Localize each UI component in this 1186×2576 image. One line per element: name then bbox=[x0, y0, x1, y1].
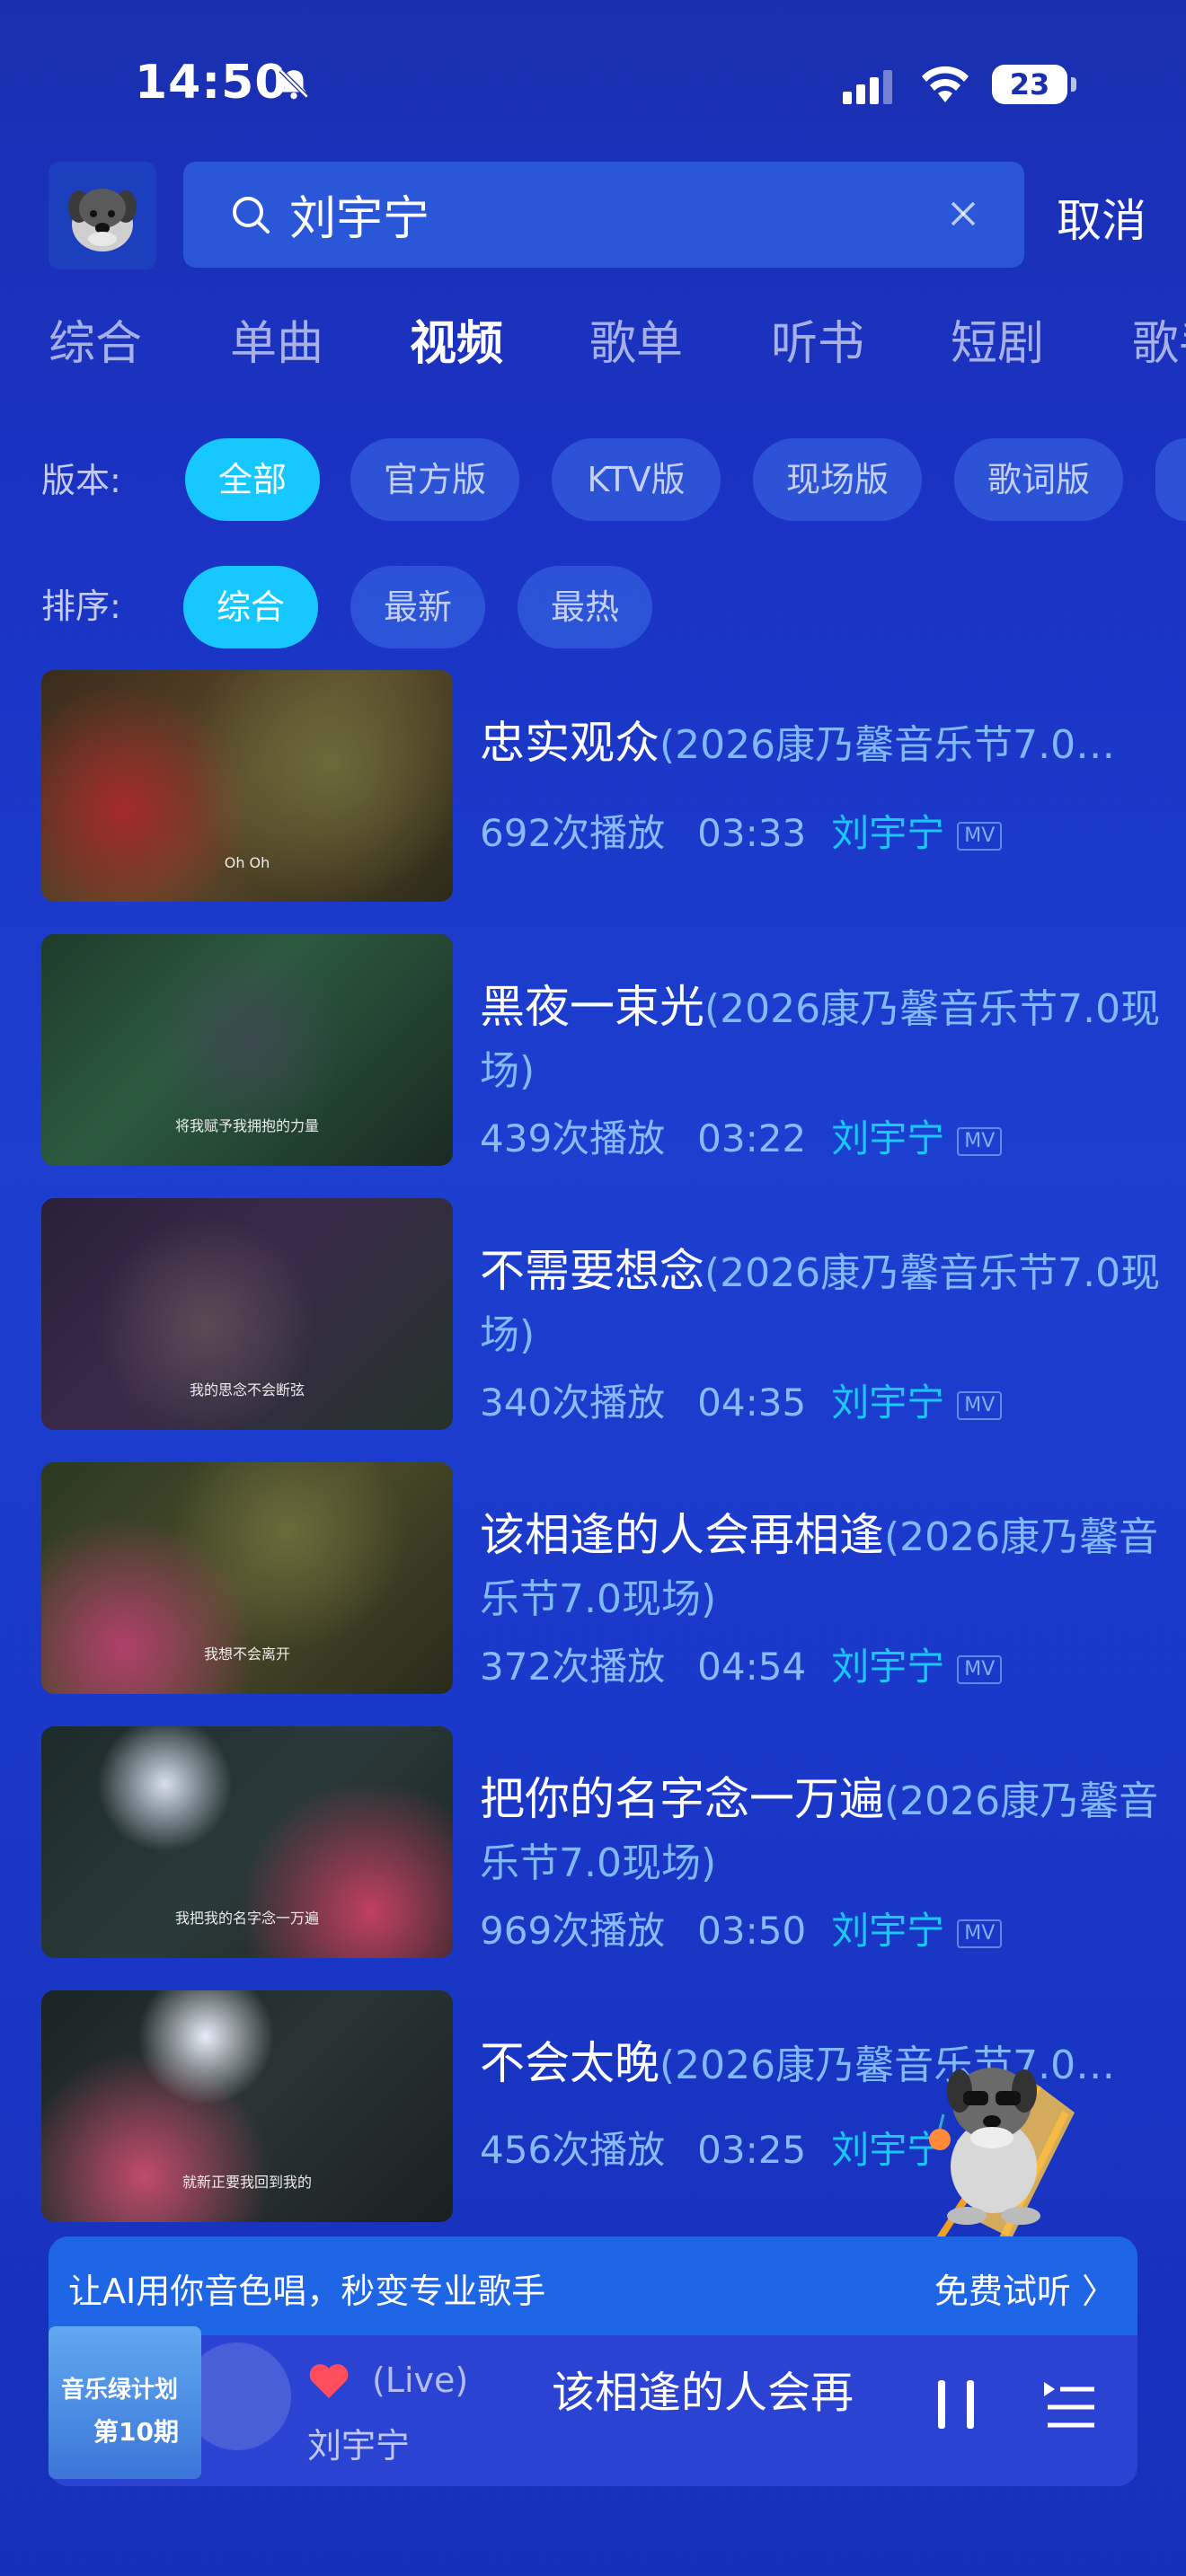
category-tabs: 综合 单曲 视频 歌单 听书 短剧 歌手 bbox=[0, 305, 1186, 377]
tab-short-dramas[interactable]: 短剧 bbox=[951, 305, 1044, 373]
version-chip-ktv[interactable]: KTV版 bbox=[552, 438, 721, 521]
like-heart-icon[interactable] bbox=[307, 2362, 350, 2400]
version-chip-live[interactable]: 现场版 bbox=[753, 438, 922, 521]
video-title: 把你的名字念一万遍(2026康乃馨音乐节7.0现场) bbox=[480, 1773, 1159, 1886]
user-avatar[interactable] bbox=[49, 162, 156, 269]
video-title: 该相逢的人会再相逢(2026康乃馨音乐节7.0现场) bbox=[480, 1509, 1159, 1622]
tab-songs[interactable]: 单曲 bbox=[230, 305, 323, 373]
mv-badge: MV bbox=[957, 1390, 1003, 1420]
video-thumbnail[interactable]: 我的思念不会断弦 bbox=[41, 1198, 453, 1430]
play-count: 456次播放 bbox=[480, 2128, 666, 2172]
search-input[interactable] bbox=[289, 185, 918, 243]
pause-icon[interactable] bbox=[929, 2373, 983, 2436]
video-meta: 439次播放 03:22 刘宇宁 MV bbox=[480, 1108, 1003, 1163]
tab-audiobooks[interactable]: 听书 bbox=[771, 305, 864, 373]
video-duration: 04:54 bbox=[697, 1645, 807, 1689]
artist-link[interactable]: 刘宇宁 bbox=[831, 1909, 944, 1953]
play-count: 692次播放 bbox=[480, 811, 666, 855]
sort-chip-hottest[interactable]: 最热 bbox=[518, 566, 652, 648]
search-box[interactable] bbox=[183, 162, 1024, 268]
version-chip-more[interactable] bbox=[1155, 438, 1186, 521]
video-meta: 692次播放 03:33 刘宇宁 MV bbox=[480, 803, 1003, 858]
battery-icon: 23 bbox=[992, 65, 1076, 104]
sort-filter-label: 排序: bbox=[41, 587, 121, 626]
artist-link[interactable]: 刘宇宁 bbox=[831, 1645, 944, 1689]
video-item[interactable]: 将我赋予我拥抱的力量 黑夜一束光(2026康乃馨音乐节7.0现场) 439次播放… bbox=[41, 934, 1160, 1168]
battery-level: 23 bbox=[992, 65, 1067, 104]
video-meta: 372次播放 04:54 刘宇宁 MV bbox=[480, 1636, 1003, 1691]
playlist-queue-icon[interactable] bbox=[1040, 2375, 1098, 2432]
video-duration: 03:25 bbox=[697, 2128, 807, 2172]
video-thumbnail[interactable]: 将我赋予我拥抱的力量 bbox=[41, 934, 453, 1166]
video-duration: 03:50 bbox=[697, 1909, 807, 1953]
live-tag: (Live) bbox=[372, 2360, 469, 2400]
mute-bell-icon bbox=[279, 68, 309, 100]
dog-avatar-icon bbox=[68, 189, 137, 251]
video-duration: 03:22 bbox=[697, 1116, 807, 1160]
tab-all[interactable]: 综合 bbox=[49, 305, 142, 373]
version-chip-official[interactable]: 官方版 bbox=[350, 438, 519, 521]
search-icon bbox=[233, 197, 270, 234]
clear-icon[interactable] bbox=[947, 198, 979, 230]
version-filter-label: 版本: bbox=[41, 461, 121, 500]
status-time: 14:50 bbox=[135, 56, 288, 110]
video-thumbnail[interactable]: 我把我的名字念一万遍 bbox=[41, 1726, 453, 1958]
video-meta: 340次播放 04:35 刘宇宁 MV bbox=[480, 1372, 1003, 1427]
wifi-icon bbox=[922, 66, 969, 102]
artist-link[interactable]: 刘宇宁 bbox=[831, 1381, 944, 1425]
video-title: 不需要想念(2026康乃馨音乐节7.0现场) bbox=[480, 1245, 1161, 1358]
video-item[interactable]: 我想不会离开 该相逢的人会再相逢(2026康乃馨音乐节7.0现场) 372次播放… bbox=[41, 1462, 1158, 1696]
video-thumbnail[interactable]: 我想不会离开 bbox=[41, 1462, 453, 1694]
tab-videos[interactable]: 视频 bbox=[410, 305, 503, 373]
artist-link[interactable]: 刘宇宁 bbox=[831, 811, 944, 855]
mv-badge: MV bbox=[957, 1654, 1003, 1684]
mini-player[interactable]: 音乐绿计划 第10期 (Live) 该相逢的人会再 刘宇宁 bbox=[49, 2326, 1137, 2486]
tab-playlists[interactable]: 歌单 bbox=[589, 305, 683, 373]
album-cover[interactable]: 音乐绿计划 第10期 bbox=[49, 2326, 201, 2479]
status-bar: 14:50 23 bbox=[0, 0, 1186, 162]
cellular-signal-icon bbox=[843, 70, 897, 104]
video-item[interactable]: Oh Oh 忠实观众(2026康乃馨音乐节7.0… 692次播放 03:33 刘宇宁… bbox=[41, 670, 1155, 904]
video-thumbnail[interactable]: Oh Oh bbox=[41, 670, 453, 902]
tab-singers[interactable]: 歌手 bbox=[1132, 305, 1186, 373]
mv-badge: MV bbox=[957, 1126, 1003, 1156]
promo-text: 让AI用你音色唱，秒变专业歌手 bbox=[68, 2272, 546, 2311]
dog-mascot-icon[interactable] bbox=[904, 2032, 1093, 2247]
version-chip-lyrics[interactable]: 歌词版 bbox=[954, 438, 1123, 521]
video-title: 黑夜一束光(2026康乃馨音乐节7.0现场) bbox=[480, 981, 1161, 1094]
video-title: 忠实观众(2026康乃馨音乐节7.0… bbox=[480, 717, 1116, 769]
free-trial-link[interactable]: 免费试听 〉 bbox=[934, 2263, 1116, 2313]
video-meta: 969次播放 03:50 刘宇宁 MV bbox=[480, 1901, 1003, 1955]
mv-badge: MV bbox=[957, 821, 1003, 851]
sort-chip-comprehensive[interactable]: 综合 bbox=[183, 566, 318, 648]
play-count: 372次播放 bbox=[480, 1645, 666, 1689]
sort-chip-latest[interactable]: 最新 bbox=[350, 566, 485, 648]
play-count: 969次播放 bbox=[480, 1909, 666, 1953]
play-count: 439次播放 bbox=[480, 1116, 666, 1160]
mv-badge: MV bbox=[957, 1919, 1003, 1948]
video-duration: 04:35 bbox=[697, 1381, 807, 1425]
now-playing-title: 该相逢的人会再 bbox=[552, 2368, 854, 2418]
ai-singing-promo-banner[interactable]: 让AI用你音色唱，秒变专业歌手 免费试听 〉 bbox=[49, 2236, 1137, 2335]
video-item[interactable]: 我把我的名字念一万遍 把你的名字念一万遍(2026康乃馨音乐节7.0现场) 96… bbox=[41, 1726, 1158, 1960]
version-chip-all[interactable]: 全部 bbox=[185, 438, 320, 521]
play-count: 340次播放 bbox=[480, 1381, 666, 1425]
artist-link[interactable]: 刘宇宁 bbox=[831, 1116, 944, 1160]
now-playing-artist: 刘宇宁 bbox=[307, 2426, 411, 2466]
video-thumbnail[interactable]: 就新正要我回到我的 bbox=[41, 1990, 453, 2222]
video-duration: 03:33 bbox=[697, 811, 807, 855]
cancel-button[interactable]: 取消 bbox=[1057, 185, 1146, 250]
video-item[interactable]: 我的思念不会断弦 不需要想念(2026康乃馨音乐节7.0现场) 340次播放 04… bbox=[41, 1198, 1160, 1432]
